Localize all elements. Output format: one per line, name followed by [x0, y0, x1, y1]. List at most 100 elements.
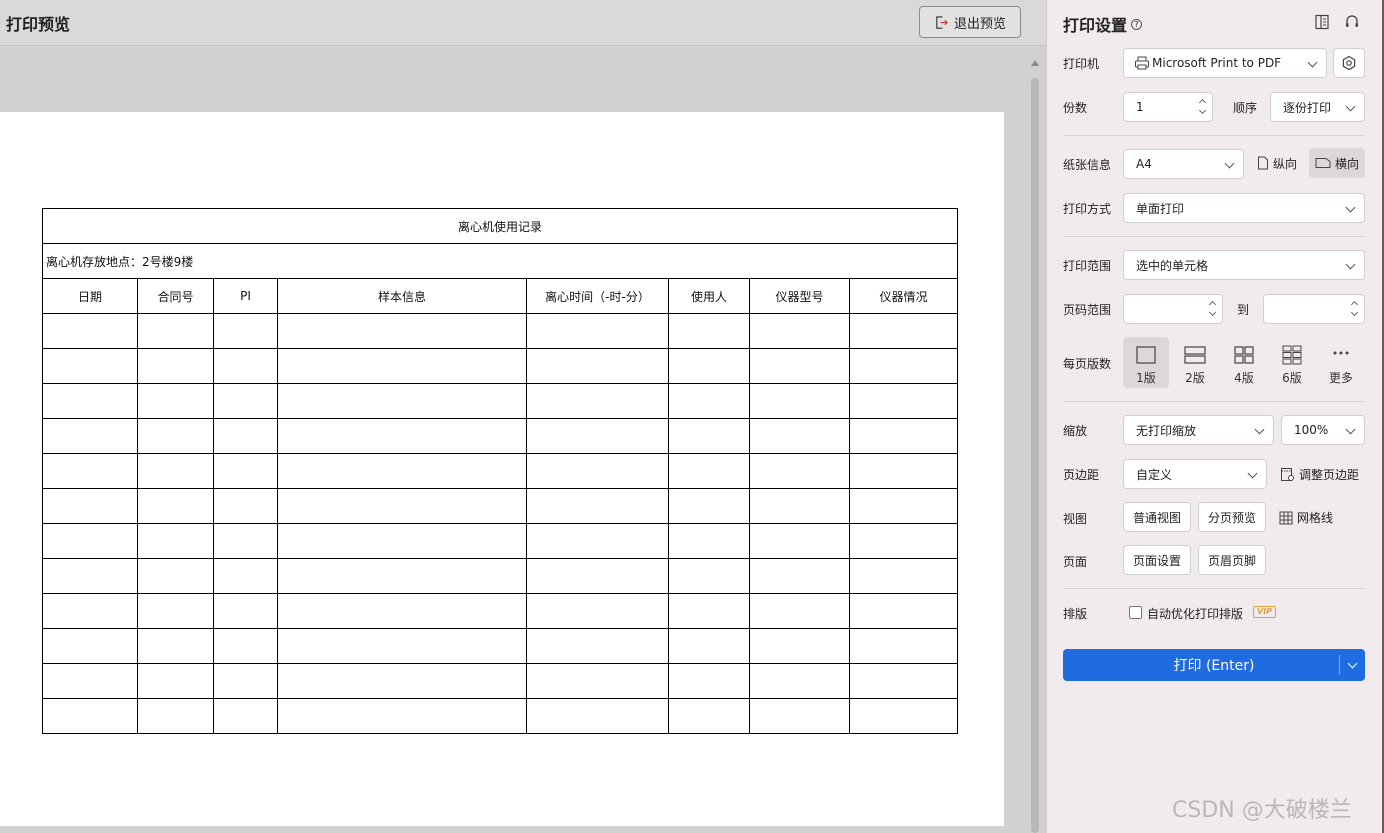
table-cell	[849, 558, 958, 594]
layout-more-label: 更多	[1328, 371, 1353, 385]
table-cell	[526, 348, 669, 384]
panel-title: 打印设置 ?	[1063, 12, 1143, 36]
table-cell	[849, 698, 958, 734]
order-label: 顺序	[1233, 101, 1258, 115]
printer-value: Microsoft Print to PDF	[1152, 56, 1282, 70]
table-cell	[137, 453, 214, 489]
page-to-stepper[interactable]	[1350, 297, 1360, 321]
table-cell	[42, 383, 138, 419]
table-cell	[668, 558, 750, 594]
table-cell	[749, 488, 850, 524]
table-cell	[277, 628, 527, 664]
layout-4-option[interactable]: 4版	[1221, 337, 1267, 388]
page-break-preview-button[interactable]: 分页预览	[1198, 502, 1266, 532]
header-footer-button[interactable]: 页眉页脚	[1198, 545, 1266, 575]
gridlines-toggle[interactable]: 网格线	[1279, 509, 1333, 526]
record-table: 离心机使用记录 离心机存放地点：2号楼9楼 日期 合同号 PI 样本信息 离心时…	[42, 208, 958, 734]
scroll-up-arrow-icon[interactable]	[1031, 60, 1039, 66]
auto-optimize-label[interactable]: 自动优化打印排版	[1147, 605, 1243, 622]
table-cell	[137, 313, 214, 349]
copies-stepper[interactable]	[1198, 95, 1208, 119]
headset-icon[interactable]	[1343, 13, 1361, 31]
table-cell	[42, 313, 138, 349]
table-cell	[213, 698, 278, 734]
adjust-margin-button[interactable]: 调整页边距	[1280, 466, 1359, 483]
printer-select[interactable]: Microsoft Print to PDF	[1123, 48, 1327, 78]
table-cell	[849, 418, 958, 454]
table-cell	[849, 663, 958, 699]
table-row	[42, 453, 958, 489]
table-cell	[277, 593, 527, 629]
portrait-option[interactable]: 纵向	[1251, 148, 1303, 178]
order-select[interactable]: 逐份打印	[1270, 92, 1365, 122]
print-mode-select[interactable]: 单面打印	[1123, 193, 1365, 223]
layout-1-option[interactable]: 1版	[1123, 337, 1169, 388]
auto-optimize-checkbox[interactable]	[1129, 606, 1142, 619]
scale-percent-value: 100%	[1294, 423, 1329, 437]
table-cell	[668, 383, 750, 419]
table-cell	[749, 593, 850, 629]
page-from-stepper[interactable]	[1208, 297, 1218, 321]
scale-select[interactable]: 无打印缩放	[1123, 415, 1274, 445]
preview-page: 离心机使用记录 离心机存放地点：2号楼9楼 日期 合同号 PI 样本信息 离心时…	[0, 112, 1004, 826]
exit-preview-label: 退出预览	[953, 16, 1006, 32]
margin-label: 页边距	[1063, 468, 1100, 482]
layout-2-option[interactable]: 2版	[1172, 337, 1218, 388]
table-cell	[668, 593, 750, 629]
table-title: 离心机使用记录	[42, 208, 958, 244]
print-button[interactable]: 打印 (Enter)	[1063, 649, 1365, 681]
landscape-option[interactable]: 横向	[1309, 148, 1366, 178]
table-cell	[849, 628, 958, 664]
paper-select[interactable]: A4	[1123, 149, 1244, 179]
table-row	[42, 558, 958, 594]
layout-panel-icon[interactable]	[1313, 13, 1331, 31]
table-cell	[42, 418, 138, 454]
layout-1-label: 1版	[1136, 371, 1156, 385]
printer-settings-button[interactable]	[1333, 48, 1365, 78]
table-cell	[213, 313, 278, 349]
scale-percent-select[interactable]: 100%	[1281, 415, 1365, 445]
table-cell	[749, 383, 850, 419]
table-cell	[213, 523, 278, 559]
copies-input[interactable]: 1	[1123, 92, 1213, 122]
table-cell	[668, 628, 750, 664]
page-to-input[interactable]	[1263, 294, 1365, 324]
print-dropdown-chevron-icon[interactable]	[1340, 649, 1365, 681]
page-from-input[interactable]	[1123, 294, 1223, 324]
table-cell	[277, 383, 527, 419]
table-cell	[526, 593, 669, 629]
range-value: 选中的单元格	[1136, 258, 1209, 273]
table-cell	[749, 453, 850, 489]
view-label: 视图	[1063, 512, 1088, 526]
table-cell	[277, 663, 527, 699]
table-cell	[137, 348, 214, 384]
table-cell	[749, 523, 850, 559]
scroll-thumb[interactable]	[1031, 78, 1039, 833]
table-cell	[277, 523, 527, 559]
table-row	[42, 663, 958, 699]
table-cell	[42, 348, 138, 384]
help-icon[interactable]: ?	[1131, 18, 1143, 30]
exit-preview-button[interactable]: 退出预览	[919, 6, 1021, 38]
table-cell	[42, 663, 138, 699]
table-cell	[668, 488, 750, 524]
table-cell	[213, 628, 278, 664]
table-cell	[849, 488, 958, 524]
layout-6-option[interactable]: 6版	[1269, 337, 1315, 388]
print-button-label: 打印 (Enter)	[1173, 658, 1255, 674]
normal-view-button[interactable]: 普通视图	[1123, 502, 1191, 532]
header-footer-label: 页眉页脚	[1207, 553, 1256, 568]
preview-scrollbar[interactable]	[1028, 54, 1042, 833]
table-cell	[849, 593, 958, 629]
layout-more-option[interactable]: 更多	[1318, 337, 1364, 388]
page-range-to-label: 到	[1237, 303, 1250, 317]
page-setup-button[interactable]: 页面设置	[1123, 545, 1191, 575]
col-header-user: 使用人	[668, 278, 750, 314]
range-select[interactable]: 选中的单元格	[1123, 250, 1365, 280]
margin-select[interactable]: 自定义	[1123, 459, 1267, 489]
table-header-row: 日期 合同号 PI 样本信息 离心时间（-时-分） 使用人 仪器型号 仪器情况	[42, 278, 958, 314]
table-row	[42, 313, 958, 349]
range-label: 打印范围	[1063, 259, 1112, 273]
col-header-date: 日期	[42, 278, 138, 314]
divider	[1063, 588, 1365, 589]
